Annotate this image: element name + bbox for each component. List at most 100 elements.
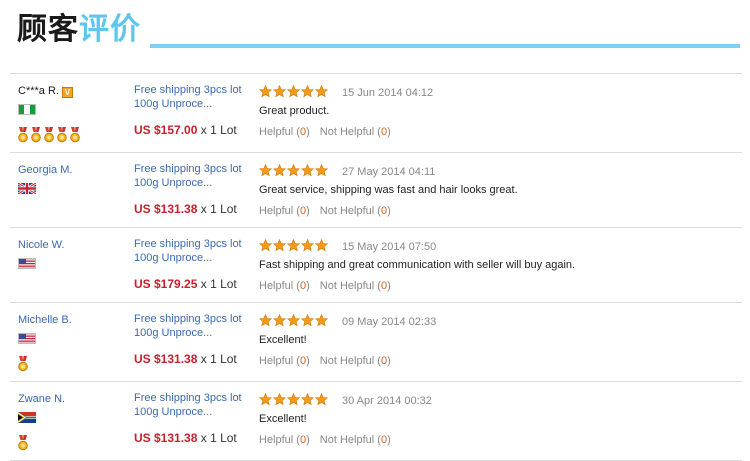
not-helpful-label: Not Helpful: [319, 434, 375, 446]
review-row: C***a R. V Free shipping 3pcs lot 100g Unp…: [10, 74, 742, 153]
price-amount: US $131.38: [134, 431, 198, 445]
star-icon: [273, 164, 286, 177]
section-title: 顾客评价: [17, 10, 141, 50]
medal-icon: [18, 127, 28, 143]
review-date: 15 Jun 2014 04:12: [342, 87, 434, 99]
uk-flag-icon: [18, 183, 36, 194]
reviewer-name[interactable]: Zwane N.: [18, 392, 65, 406]
medal-icon: [57, 127, 67, 143]
reviewer-name-text: C***a R.: [18, 85, 59, 97]
helpful-label: Helpful: [259, 280, 294, 292]
review-list: C***a R. V Free shipping 3pcs lot 100g Unp…: [10, 73, 742, 461]
not-helpful-count: 0: [380, 434, 388, 446]
product-link[interactable]: Free shipping 3pcs lot 100g Unproce...: [134, 391, 250, 419]
order-price: US $157.00 x 1 Lot: [134, 123, 237, 137]
star-rating: [259, 85, 329, 99]
product-line2: 100g Unproce...: [134, 177, 213, 189]
star-icon: [301, 164, 314, 177]
review-date: 09 May 2014 02:33: [342, 316, 437, 328]
product-line2: 100g Unproce...: [134, 252, 213, 264]
reviewer-name[interactable]: Michelle B.: [18, 313, 72, 327]
review-comment: Excellent!: [259, 413, 307, 425]
not-helpful-count: 0: [380, 205, 388, 217]
review-date: 27 May 2014 04:11: [342, 166, 436, 178]
product-link[interactable]: Free shipping 3pcs lot 100g Unproce...: [134, 162, 250, 190]
order-price: US $131.38 x 1 Lot: [134, 202, 237, 216]
star-icon: [259, 239, 272, 252]
medal-group: [18, 127, 83, 143]
product-link[interactable]: Free shipping 3pcs lot 100g Unproce...: [134, 237, 250, 265]
star-icon: [315, 239, 328, 252]
not-helpful-label: Not Helpful: [319, 126, 375, 138]
product-line2: 100g Unproce...: [134, 98, 213, 110]
not-helpful-button[interactable]: Not Helpful (0): [320, 355, 391, 367]
star-icon: [301, 393, 314, 406]
medal-group: [18, 435, 31, 451]
order-price: US $179.25 x 1 Lot: [134, 277, 237, 291]
helpful-button[interactable]: Helpful (0): [259, 205, 310, 217]
star-icon: [287, 239, 300, 252]
star-icon: [287, 85, 300, 98]
us-flag-icon: [18, 258, 36, 269]
order-price: US $131.38 x 1 Lot: [134, 352, 237, 366]
price-quantity: x 1 Lot: [200, 202, 237, 216]
product-line1: Free shipping 3pcs lot: [134, 163, 242, 175]
star-icon: [301, 239, 314, 252]
star-icon: [273, 85, 286, 98]
nigeria-flag-icon: [18, 104, 36, 115]
helpful-button[interactable]: Helpful (0): [259, 280, 310, 292]
price-quantity: x 1 Lot: [200, 277, 237, 291]
not-helpful-button[interactable]: Not Helpful (0): [320, 280, 391, 292]
product-line1: Free shipping 3pcs lot: [134, 313, 242, 325]
not-helpful-count: 0: [380, 126, 388, 138]
star-icon: [259, 314, 272, 327]
reviewer-name[interactable]: Nicole W.: [18, 238, 64, 252]
medal-group: [18, 356, 31, 372]
review-comment: Fast shipping and great communication wi…: [259, 259, 576, 271]
reviewer-name: C***a R. V: [18, 84, 73, 98]
not-helpful-button[interactable]: Not Helpful (0): [320, 126, 391, 138]
south-africa-flag-icon: [18, 412, 36, 423]
product-line1: Free shipping 3pcs lot: [134, 392, 242, 404]
helpful-count: 0: [299, 126, 307, 138]
star-icon: [273, 314, 286, 327]
price-amount: US $157.00: [134, 123, 198, 137]
product-line2: 100g Unproce...: [134, 406, 213, 418]
helpful-controls: Helpful (0) Not Helpful (0): [259, 354, 391, 368]
star-icon: [273, 239, 286, 252]
not-helpful-count: 0: [380, 355, 388, 367]
star-icon: [301, 314, 314, 327]
product-line1: Free shipping 3pcs lot: [134, 238, 242, 250]
medal-icon: [31, 127, 41, 143]
reviewer-name-text: Nicole W.: [18, 239, 65, 251]
helpful-controls: Helpful (0) Not Helpful (0): [259, 125, 391, 139]
star-icon: [315, 85, 328, 98]
star-icon: [301, 85, 314, 98]
price-quantity: x 1 Lot: [200, 431, 237, 445]
review-date: 30 Apr 2014 00:32: [342, 395, 432, 407]
helpful-count: 0: [299, 355, 307, 367]
reviewer-name-text: Georgia M.: [18, 164, 73, 176]
review-comment: Excellent!: [259, 334, 307, 346]
medal-icon: [18, 435, 28, 451]
star-icon: [273, 393, 286, 406]
not-helpful-button[interactable]: Not Helpful (0): [320, 205, 391, 217]
product-link[interactable]: Free shipping 3pcs lot 100g Unproce...: [134, 312, 250, 340]
helpful-label: Helpful: [259, 434, 294, 446]
helpful-button[interactable]: Helpful (0): [259, 355, 310, 367]
star-icon: [315, 393, 328, 406]
helpful-button[interactable]: Helpful (0): [259, 434, 310, 446]
product-link[interactable]: Free shipping 3pcs lot 100g Unproce...: [134, 83, 250, 111]
helpful-count: 0: [299, 280, 307, 292]
reviewer-name[interactable]: Georgia M.: [18, 163, 72, 177]
helpful-button[interactable]: Helpful (0): [259, 126, 310, 138]
price-amount: US $131.38: [134, 202, 198, 216]
product-line2: 100g Unproce...: [134, 327, 213, 339]
reviewer-name-text: Zwane N.: [18, 393, 66, 405]
product-line1: Free shipping 3pcs lot: [134, 84, 242, 96]
not-helpful-label: Not Helpful: [319, 355, 375, 367]
price-quantity: x 1 Lot: [200, 123, 237, 137]
helpful-controls: Helpful (0) Not Helpful (0): [259, 204, 391, 218]
reviewer-name-text: Michelle B.: [18, 314, 72, 326]
not-helpful-button[interactable]: Not Helpful (0): [320, 434, 391, 446]
